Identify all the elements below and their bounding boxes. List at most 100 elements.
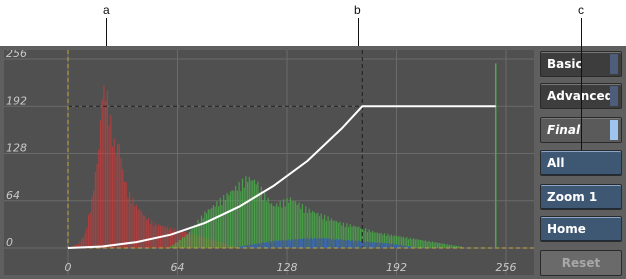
y-tick-label: 0 [6, 236, 13, 249]
series-blue-bar [294, 238, 297, 248]
series-blue-bar [347, 239, 350, 248]
series-green-bar [178, 239, 180, 248]
series-blue-bar [378, 243, 380, 248]
series-blue-bar [286, 240, 288, 248]
series-red-bar [130, 203, 132, 248]
series-blue-bar [356, 241, 358, 248]
series-green-bar [450, 244, 452, 248]
series-blue-bar [327, 239, 329, 248]
series-blue-bar [344, 239, 346, 248]
series-green-bar [183, 237, 185, 248]
series-blue-bar [358, 240, 360, 248]
home-button[interactable]: Home [540, 216, 622, 242]
series-blue-bar [349, 240, 351, 248]
x-tick-label: 256 [496, 261, 517, 274]
series-blue-bar [296, 239, 298, 248]
series-blue-bar [264, 242, 266, 248]
series-green-bar [204, 211, 206, 248]
all-button[interactable]: All [540, 150, 622, 176]
series-blue-bar [370, 241, 372, 248]
series-green-bar [443, 243, 446, 248]
series-red-bar [99, 120, 102, 248]
series-red-bar [101, 99, 103, 249]
series-red-bar [146, 220, 148, 248]
series-blue-bar [334, 239, 336, 248]
series-blue-bar [272, 240, 274, 248]
series-green-bar [438, 242, 440, 248]
series-red-bar [106, 90, 108, 248]
series-blue-bar [371, 242, 374, 248]
series-blue-bar [284, 239, 286, 248]
series-blue-bar [265, 241, 268, 248]
series-blue-bar [253, 243, 256, 248]
series-green-bar [176, 242, 179, 248]
series-green-bar [421, 239, 423, 248]
series-red-bar [118, 143, 120, 248]
reset-button[interactable]: Reset [540, 250, 622, 276]
series-green-bar [440, 243, 442, 248]
series-green-bar [418, 239, 420, 248]
x-tick-label: 128 [277, 261, 298, 274]
series-blue-bar [330, 239, 333, 248]
series-blue-bar [402, 245, 404, 248]
series-green-bar [209, 209, 211, 248]
series-blue-bar [310, 237, 312, 248]
series-blue-bar [351, 240, 353, 248]
series-green-bar [257, 181, 259, 248]
series-blue-bar [248, 245, 250, 248]
series-blue-bar [301, 238, 303, 248]
x-tick-label: 192 [386, 261, 407, 274]
callout-c-leader [581, 18, 582, 150]
series-green-bar [205, 213, 208, 248]
series-blue-bar [315, 238, 317, 248]
series-blue-bar [281, 240, 283, 248]
series-green-bar [192, 228, 194, 248]
series-green-bar [419, 240, 422, 248]
series-blue-bar [240, 246, 242, 248]
series-green-bar [219, 197, 221, 248]
series-green-bar [255, 184, 257, 248]
series-green-bar [224, 200, 227, 248]
series-blue-bar [332, 238, 334, 248]
series-blue-bar [337, 239, 339, 248]
series-red-bar [115, 154, 117, 248]
series-green-bar [289, 197, 292, 248]
series-blue-bar [392, 243, 394, 248]
series-blue-bar [341, 239, 343, 248]
series-green-bar [428, 240, 430, 248]
zoom-button[interactable]: Zoom 1 [540, 184, 622, 210]
histogram-graph[interactable]: 0 64 128 192 256 0 64 128 192 256 [4, 50, 534, 275]
series-red-bar [140, 212, 143, 248]
series-blue-bar [346, 240, 348, 248]
callout-a: a [103, 3, 110, 17]
series-green-bar [247, 181, 249, 248]
series-green-bar [228, 195, 230, 248]
series-green-bar [207, 209, 209, 248]
y-tick-label: 192 [6, 94, 27, 107]
series-green-bar [262, 199, 264, 248]
series-green-bar [199, 222, 201, 248]
series-blue-bar [298, 238, 300, 248]
series-blue-bar [279, 240, 281, 248]
series-blue-bar [277, 240, 280, 248]
series-blue-bar [250, 244, 252, 248]
series-blue-bar [354, 240, 357, 248]
series-blue-bar [262, 242, 264, 248]
series-blue-bar [365, 241, 367, 248]
series-red-bar [98, 149, 100, 248]
series-red-bar [87, 214, 90, 248]
series-blue-bar [274, 241, 276, 248]
series-blue-bar [260, 243, 262, 248]
y-tick-label: 256 [6, 50, 27, 60]
series-red-bar [108, 125, 110, 248]
series-green-bar [424, 240, 427, 248]
series-blue-bar [382, 243, 384, 248]
series-blue-bar [312, 239, 314, 248]
series-green-bar [173, 244, 175, 248]
series-blue-bar [267, 242, 269, 248]
series-green-bar [271, 203, 273, 248]
series-blue-bar [353, 241, 355, 248]
histogram-editor: 064128192256064128192256 Basic Advanced … [0, 46, 626, 279]
series-green-bar [182, 237, 184, 248]
series-green-bar [188, 231, 191, 248]
